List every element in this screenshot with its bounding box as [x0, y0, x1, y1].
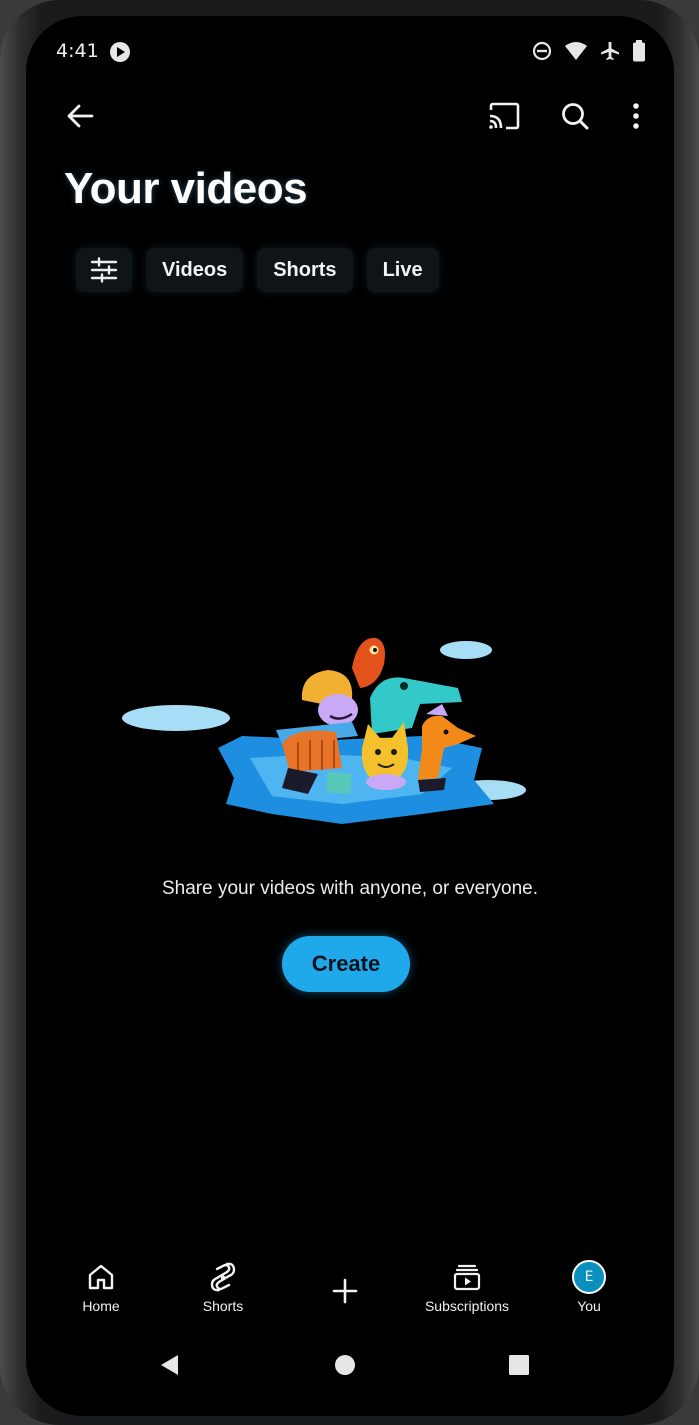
shorts-icon	[210, 1262, 236, 1292]
filter-settings-chip[interactable]	[76, 248, 132, 292]
filter-chip-bar: Videos Shorts Live	[76, 248, 439, 292]
back-button[interactable]	[58, 94, 102, 138]
nav-item-home[interactable]: Home	[46, 1260, 156, 1314]
status-time: 4:41	[56, 40, 99, 62]
nav-label-home: Home	[82, 1298, 120, 1314]
chip-videos[interactable]: Videos	[146, 248, 244, 292]
do-not-disturb-icon	[532, 41, 552, 61]
page-title: Your videos	[64, 164, 308, 213]
subscriptions-icon	[453, 1264, 481, 1291]
nav-item-you[interactable]: E You	[534, 1260, 644, 1314]
nav-label-shorts: Shorts	[202, 1298, 244, 1314]
empty-state-message: Share your videos with anyone, or everyo…	[162, 878, 538, 899]
triangle-back-icon	[161, 1355, 178, 1375]
nav-label-subscriptions: Subscriptions	[424, 1298, 510, 1314]
create-button[interactable]: Create	[282, 936, 410, 992]
status-icons	[532, 40, 646, 62]
cast-icon	[489, 102, 520, 130]
system-back-button[interactable]	[154, 1350, 184, 1380]
nav-item-subscriptions[interactable]: Subscriptions	[412, 1260, 522, 1314]
system-home-button[interactable]	[330, 1350, 360, 1380]
nav-label-you: You	[577, 1298, 601, 1314]
plus-icon	[332, 1278, 358, 1304]
sliders-icon	[90, 257, 118, 283]
cast-button[interactable]	[482, 94, 526, 138]
nav-item-create[interactable]	[290, 1274, 400, 1308]
top-app-bar	[26, 94, 674, 138]
more-vert-icon	[633, 103, 639, 129]
nav-item-shorts[interactable]: Shorts	[168, 1260, 278, 1314]
phone-screen: 4:41 Your videos Videos Shorts Live Shar…	[26, 16, 674, 1416]
bottom-navigation: Home Shorts Subscriptions E You	[26, 1260, 674, 1340]
search-icon	[562, 103, 589, 130]
search-button[interactable]	[553, 94, 597, 138]
avatar-icon: E	[572, 1260, 606, 1294]
wifi-icon	[565, 42, 587, 60]
more-options-button[interactable]	[614, 94, 658, 138]
home-icon	[88, 1264, 114, 1290]
airplane-mode-icon	[601, 42, 619, 60]
circle-home-icon	[335, 1355, 355, 1375]
youtube-notification-icon	[110, 42, 130, 62]
square-recents-icon	[509, 1355, 529, 1375]
chip-shorts[interactable]: Shorts	[257, 248, 353, 292]
battery-icon	[633, 40, 645, 62]
system-navigation-bar	[26, 1342, 674, 1382]
empty-state-illustration	[122, 637, 526, 824]
chip-live[interactable]: Live	[366, 248, 439, 292]
system-recents-button[interactable]	[504, 1350, 534, 1380]
status-bar: 4:41	[26, 34, 674, 70]
back-arrow-icon	[67, 104, 94, 128]
